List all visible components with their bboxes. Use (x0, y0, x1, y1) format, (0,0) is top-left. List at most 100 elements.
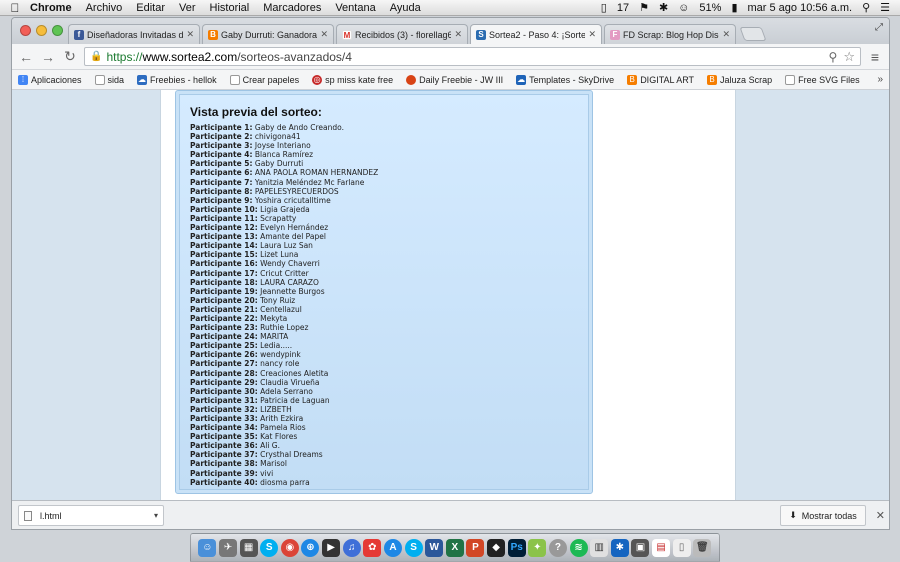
skype-icon[interactable]: S (260, 538, 279, 557)
participant-label: Participante 14: (190, 241, 258, 251)
picasa-icon[interactable]: ✦ (528, 538, 547, 557)
close-tab-icon[interactable]: ✕ (588, 29, 596, 40)
bookmark-jaluza[interactable]: B Jaluza Scrap (707, 74, 772, 85)
download-item[interactable]: l.html ▾ (18, 505, 164, 526)
menu-ver[interactable]: Ver (179, 2, 196, 14)
app-store-icon[interactable]: A (383, 538, 402, 557)
participant-label: Participante 21: (190, 304, 258, 314)
close-tab-icon[interactable]: ✕ (320, 29, 328, 40)
more-bookmarks-icon[interactable]: » (877, 74, 883, 85)
menu-archivo[interactable]: Archivo (86, 2, 123, 14)
mission-control-icon[interactable]: ▦ (239, 538, 258, 557)
powerpoint-icon[interactable]: P (466, 538, 485, 557)
itunes-icon[interactable]: ♫ (342, 538, 361, 557)
bookmark-daily-freebie[interactable]: Daily Freebie - JW III (406, 74, 503, 85)
chrome-icon[interactable]: ◉ (280, 538, 299, 557)
bookmark-free-svg[interactable]: Free SVG Files (785, 74, 860, 85)
close-tab-icon[interactable]: ✕ (454, 29, 462, 40)
close-tab-icon[interactable]: ✕ (722, 29, 730, 40)
minimize-window-button[interactable] (36, 25, 47, 36)
bookmark-freebies[interactable]: ☁ Freebies - hellok (137, 74, 217, 85)
menu-marcadores[interactable]: Marcadores (263, 2, 321, 14)
tab-1[interactable]: BGaby Durruti: Ganadora de✕ (202, 24, 334, 44)
iphoto-icon[interactable]: ✿ (363, 538, 382, 557)
spotify-icon[interactable]: ≋ (569, 538, 588, 557)
bookmark-apps[interactable]: ⁞ Aplicaciones (18, 74, 82, 85)
calendar-icon[interactable]: ▤ (652, 538, 671, 557)
file-icon (24, 510, 32, 521)
bookmark-star-icon[interactable]: ☆ (843, 49, 855, 65)
tab-title: Recibidos (3) - florellag69 (355, 29, 452, 40)
menu-ayuda[interactable]: Ayuda (390, 2, 421, 14)
forward-icon[interactable]: → (40, 49, 56, 65)
battery-icon[interactable]: ▮ (731, 1, 737, 14)
zoom-window-button[interactable] (52, 25, 63, 36)
participant-row: Participante 18: LAURA CARAZO (190, 278, 578, 287)
new-tab-button[interactable] (739, 27, 767, 41)
trash-icon[interactable]: 🗑 (693, 538, 712, 557)
bookmark-digital-art[interactable]: B DIGITAL ART (627, 74, 694, 85)
apple-menu-icon[interactable]:  (0, 1, 30, 15)
skype-icon[interactable]: S (404, 538, 423, 557)
draw-preview-inner: Vista previa del sorteo: Participante 1:… (179, 94, 589, 490)
close-icon[interactable]: ✕ (876, 509, 885, 522)
search-icon[interactable]: ⚲ (862, 1, 870, 14)
launchpad-icon[interactable]: ✈ (218, 538, 237, 557)
wifi-icon[interactable]: ☺ (678, 2, 689, 14)
participant-name: Wendy Chaverri (260, 259, 320, 269)
reload-icon[interactable]: ↻ (62, 48, 78, 65)
photoshop-icon[interactable]: Ps (507, 538, 526, 557)
back-icon[interactable]: ← (18, 49, 34, 65)
silhouette-icon[interactable]: ◆ (487, 538, 506, 557)
participant-name: Yoshira cricutalltime (254, 195, 331, 205)
chrome-menu-icon[interactable]: ≡ (867, 49, 883, 65)
preview-icon[interactable]: ▣ (631, 538, 650, 557)
menu-ventana[interactable]: Ventana (335, 2, 375, 14)
browser-window: f Diseñadoras Invitadas de ✕ B Gaby Durruti… (11, 17, 890, 530)
close-window-button[interactable] (20, 25, 31, 36)
participant-name: vivi (260, 468, 274, 478)
tab-2[interactable]: M Recibidos (3) - florellag69 ✕ (336, 24, 468, 44)
bookmark-miss-kate[interactable]: ◎ sp miss kate free (312, 74, 393, 85)
bookmark-sida[interactable]: sida (94, 74, 124, 85)
bluetooth-exchange-icon[interactable]: ✱ (610, 538, 629, 557)
participant-label: Participante 1: (190, 123, 253, 132)
facetime-icon[interactable]: ▶ (322, 538, 341, 557)
status-num[interactable]: 17 (617, 2, 629, 14)
word-icon[interactable]: W (425, 538, 444, 557)
tab-0[interactable]: f Diseñadoras Invitadas de ✕ (68, 24, 200, 44)
participant-row: Participante 27: nancy role (190, 359, 578, 368)
notification-center-icon[interactable]: ☰ (880, 1, 890, 14)
document-icon[interactable]: ▯ (672, 538, 691, 557)
menu-historial[interactable]: Historial (210, 2, 250, 14)
lock-icon[interactable]: 🔒 (90, 51, 102, 62)
gmail-icon: M (342, 29, 352, 40)
bookmark-templates[interactable]: ☁ Templates - SkyDrive (516, 74, 614, 85)
url-path: /sorteos-avanzados/4 (237, 49, 352, 64)
tab-4[interactable]: FFD Scrap: Blog Hop Diseña✕ (604, 24, 736, 44)
participant-label: Participante 20: (190, 295, 258, 305)
excel-icon[interactable]: X (445, 538, 464, 557)
flag-icon[interactable]: ⚑ (639, 1, 649, 14)
chart-app-icon[interactable]: ▥ (590, 538, 609, 557)
help-icon[interactable]: ? (548, 538, 567, 557)
show-all-downloads-button[interactable]: ⬇ Mostrar todas (780, 505, 866, 526)
safari-icon[interactable]: ⊕ (301, 538, 320, 557)
tab-3[interactable]: S Sortea2 - Paso 4: ¡Sorteal ✕ (470, 24, 602, 44)
address-bar[interactable]: 🔒 https://www.sortea2.com/sorteos-avanza… (84, 47, 861, 66)
zoom-icon[interactable]: ⚲ (829, 50, 838, 64)
bookmark-crear-papeles[interactable]: Crear papeles (229, 74, 299, 85)
battery-percent[interactable]: 51% (699, 2, 721, 14)
clock[interactable]: mar 5 ago 10:56 a.m. (748, 2, 853, 14)
close-tab-icon[interactable]: ✕ (186, 29, 194, 40)
menu-app[interactable]: Chrome (30, 2, 72, 14)
bluetooth-icon[interactable]: ✱ (659, 1, 668, 14)
blogger-icon: B (627, 74, 638, 85)
chevron-down-icon[interactable]: ▾ (154, 511, 158, 520)
participant-name: Ligia Grajeda (260, 204, 310, 214)
adobe-icon[interactable]: ▯ (601, 1, 607, 14)
fullscreen-icon[interactable]: ⤢ (875, 22, 883, 33)
participant-label: Participante 27: (190, 359, 258, 369)
finder-icon[interactable]: ☺ (198, 538, 217, 557)
menu-editar[interactable]: Editar (136, 2, 165, 14)
